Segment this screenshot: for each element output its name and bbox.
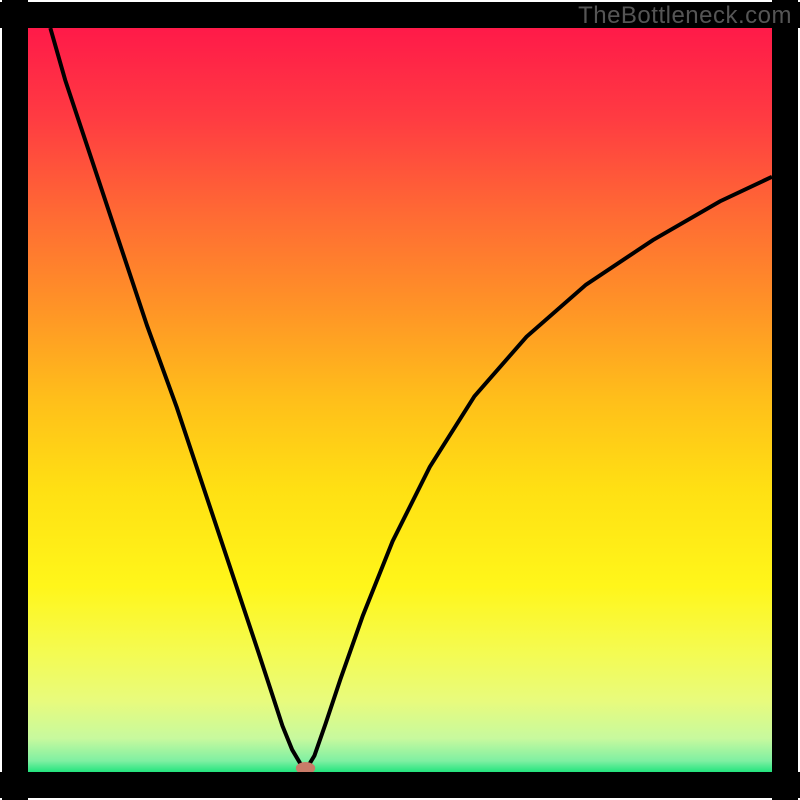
bottleneck-chart (0, 0, 800, 800)
plot-background (28, 28, 772, 772)
chart-container: TheBottleneck.com (0, 0, 800, 800)
watermark-label: TheBottleneck.com (578, 2, 792, 30)
